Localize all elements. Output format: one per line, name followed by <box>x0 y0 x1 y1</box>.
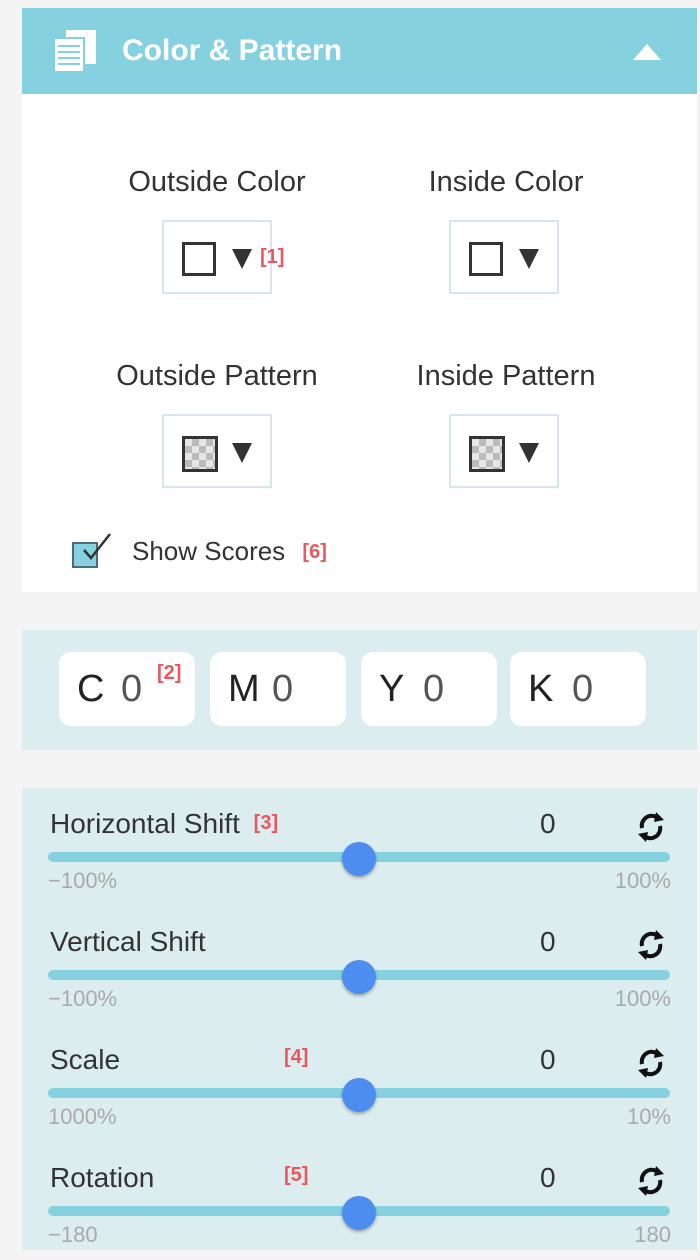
color-pattern-header[interactable]: Color & Pattern <box>22 8 697 94</box>
slider-label: Horizontal Shift [3] <box>50 808 278 840</box>
slider-thumb[interactable] <box>342 842 376 876</box>
inside-color-group: Inside Color <box>361 166 651 294</box>
annotation-marker: [3] <box>253 812 279 834</box>
color-swatch <box>182 242 216 276</box>
slider-value: 0 <box>540 808 556 839</box>
cmyk-k-field[interactable]: K 0 <box>510 652 646 726</box>
cmyk-y-field[interactable]: Y 0 <box>361 652 497 726</box>
annotation-marker: [5] <box>284 1164 309 1186</box>
cmyk-letter: K <box>528 668 554 710</box>
vertical-shift-slider: Vertical Shift 0 −100% 100% <box>22 906 697 1024</box>
show-scores-text: Show Scores <box>132 536 286 566</box>
slider-thumb[interactable] <box>342 960 376 994</box>
annotation-marker: [6] <box>302 541 327 563</box>
annotation-marker: [2] <box>157 662 182 684</box>
pattern-swatch <box>469 436 505 472</box>
cmyk-bar: C 0 [2] M 0 Y 0 K 0 <box>22 630 697 750</box>
slider-min-label: −180 <box>48 1222 98 1247</box>
slider-label: Vertical Shift <box>50 926 206 957</box>
inside-pattern-label: Inside Pattern <box>416 360 596 392</box>
caret-up-icon[interactable] <box>633 44 661 60</box>
slider-value: 0 <box>540 1044 556 1075</box>
inside-pattern-group: Inside Pattern <box>361 360 651 488</box>
rotation-slider: Rotation [5] 0 −180 180 <box>22 1142 697 1260</box>
outside-color-picker[interactable]: [1] <box>162 220 284 294</box>
outside-pattern-label: Outside Pattern <box>116 360 318 392</box>
inside-color-label: Inside Color <box>428 166 584 198</box>
cmyk-c-field[interactable]: C 0 [2] <box>59 652 195 726</box>
slider-thumb[interactable] <box>342 1196 376 1230</box>
outside-color-group: Outside Color [1] <box>72 166 362 294</box>
cmyk-value: 0 <box>121 668 143 710</box>
slider-value: 0 <box>540 926 556 957</box>
horizontal-shift-slider: Horizontal Shift [3] 0 −100% 100% <box>22 788 697 906</box>
color-pattern-body: Outside Color [1] Inside Color Outside P… <box>22 94 697 592</box>
cmyk-letter: C <box>77 668 105 710</box>
slider-min-label: −100% <box>48 986 118 1011</box>
inside-color-picker[interactable] <box>449 220 559 294</box>
panel-title: Color & Pattern <box>122 34 343 67</box>
show-scores-label: Show Scores [6] <box>132 536 327 567</box>
slider-value: 0 <box>540 1162 556 1193</box>
slider-min-label: −100% <box>48 868 118 893</box>
dropdown-arrow-icon <box>232 443 252 463</box>
inside-pattern-picker[interactable] <box>449 414 559 488</box>
outside-pattern-picker[interactable] <box>162 414 272 488</box>
annotation-marker: [1] <box>260 246 285 268</box>
reset-icon[interactable] <box>636 810 666 844</box>
reset-icon[interactable] <box>636 1046 666 1080</box>
cmyk-letter: Y <box>379 668 405 710</box>
dropdown-arrow-icon <box>519 249 539 269</box>
color-swatch <box>469 242 503 276</box>
cmyk-value: 0 <box>423 668 445 710</box>
outside-pattern-group: Outside Pattern <box>72 360 362 488</box>
reset-icon[interactable] <box>636 928 666 962</box>
checkmark-icon <box>83 533 111 560</box>
cmyk-value: 0 <box>272 668 294 710</box>
slider-label-text: Horizontal Shift <box>50 808 240 839</box>
slider-max-label: 10% <box>626 1104 671 1129</box>
pattern-swatch <box>182 436 218 472</box>
outside-color-label: Outside Color <box>128 166 306 198</box>
pages-icon <box>53 30 96 73</box>
dropdown-arrow-icon <box>519 443 539 463</box>
reset-icon[interactable] <box>636 1164 666 1198</box>
annotation-marker: [4] <box>284 1046 309 1068</box>
slider-label: Rotation <box>50 1162 155 1193</box>
cmyk-value: 0 <box>572 668 594 710</box>
slider-max-label: 100% <box>614 868 671 893</box>
dropdown-arrow-icon <box>232 249 252 269</box>
cmyk-letter: M <box>228 668 260 710</box>
slider-max-label: 180 <box>634 1222 671 1247</box>
slider-thumb[interactable] <box>342 1078 376 1112</box>
slider-min-label: 1000% <box>48 1104 117 1129</box>
sliders-panel: Horizontal Shift [3] 0 −100% 100% Vertic… <box>22 788 697 1250</box>
cmyk-m-field[interactable]: M 0 <box>210 652 346 726</box>
slider-label: Scale <box>50 1044 121 1075</box>
scale-slider: Scale [4] 0 1000% 10% <box>22 1024 697 1142</box>
slider-max-label: 100% <box>614 986 671 1011</box>
